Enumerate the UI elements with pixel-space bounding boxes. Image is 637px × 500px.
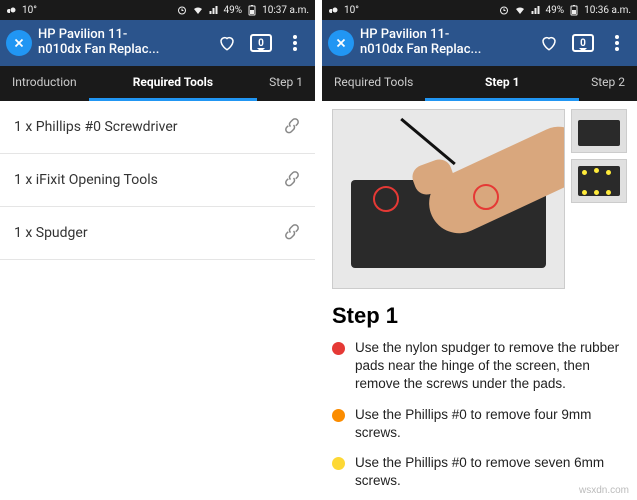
alarm-icon [498,4,510,16]
step-thumbnails [571,109,627,289]
step-media [332,109,627,289]
tool-name: 1 x Phillips #0 Screwdriver [14,119,283,135]
title-line-1: HP Pavilion 11- [38,28,207,43]
link-icon [283,116,301,138]
tab-step-2[interactable]: Step 2 [579,66,637,101]
battery-percent: 49% [224,5,243,16]
close-button[interactable] [328,30,354,56]
comment-icon: 0 [572,34,594,52]
step-bullet: Use the nylon spudger to remove the rubb… [332,339,627,394]
overflow-menu-button[interactable] [281,29,309,57]
heart-icon [540,34,558,52]
list-item[interactable]: 1 x iFixit Opening Tools [0,154,315,207]
wifi-icon [192,4,204,16]
favorite-button[interactable] [213,29,241,57]
required-tools-list: 1 x Phillips #0 Screwdriver 1 x iFixit O… [0,101,315,500]
close-icon [334,36,348,50]
tab-step-1[interactable]: Step 1 [425,66,579,101]
page-title: HP Pavilion 11- n010dx Fan Replac... [38,28,207,58]
status-bar: 10° 49% 10:36 a.m. [322,0,637,20]
status-bar: 10° 49% 10:37 a.m. [0,0,315,20]
signal-icon [530,4,542,16]
comments-button[interactable]: 0 [247,29,275,57]
left-screenshot: 10° 49% 10:37 a.m. HP Pavilion 11- n010d… [0,0,315,500]
bullet-dot-icon [332,342,345,355]
title-line-2: n010dx Fan Replac... [38,43,207,58]
signal-icon [208,4,220,16]
tab-bar: Introduction Required Tools Step 1 [0,66,315,101]
page-title: HP Pavilion 11- n010dx Fan Replac... [360,28,529,58]
tab-required-tools[interactable]: Required Tools [322,66,425,101]
weather-icon [6,4,18,16]
heart-icon [218,34,236,52]
app-bar: HP Pavilion 11- n010dx Fan Replac... 0 [322,20,637,66]
battery-percent: 49% [546,5,565,16]
comment-count: 0 [258,38,264,49]
app-bar: HP Pavilion 11- n010dx Fan Replac... 0 [0,20,315,66]
step-main-image[interactable] [332,109,565,289]
link-icon [283,169,301,191]
close-button[interactable] [6,30,32,56]
list-item[interactable]: 1 x Spudger [0,207,315,260]
overflow-menu-button[interactable] [603,29,631,57]
temperature: 10° [22,5,37,16]
bullet-dot-icon [332,409,345,422]
close-icon [12,36,26,50]
bullet-text: Use the nylon spudger to remove the rubb… [355,339,627,394]
comments-button[interactable]: 0 [569,29,597,57]
step-thumbnail[interactable] [571,109,627,153]
tool-name: 1 x Spudger [14,225,283,241]
favorite-button[interactable] [535,29,563,57]
step-bullet: Use the Phillips #0 to remove four 9mm s… [332,406,627,442]
bullet-text: Use the Phillips #0 to remove four 9mm s… [355,406,627,442]
step-thumbnail[interactable] [571,159,627,203]
clock: 10:37 a.m. [262,5,309,16]
title-line-1: HP Pavilion 11- [360,28,529,43]
comment-count: 0 [580,38,586,49]
right-screenshot: 10° 49% 10:36 a.m. HP Pavilion 11- n010d… [322,0,637,500]
list-item[interactable]: 1 x Phillips #0 Screwdriver [0,101,315,154]
wifi-icon [514,4,526,16]
step-heading: Step 1 [332,303,627,329]
tab-step-1[interactable]: Step 1 [257,66,315,101]
title-line-2: n010dx Fan Replac... [360,43,529,58]
step-content: Step 1 Use the nylon spudger to remove t… [322,101,637,500]
battery-icon [568,4,580,16]
temperature: 10° [344,5,359,16]
weather-icon [328,4,340,16]
tab-required-tools[interactable]: Required Tools [89,66,258,101]
watermark: wsxdn.com [579,485,629,496]
clock: 10:36 a.m. [584,5,631,16]
alarm-icon [176,4,188,16]
tool-name: 1 x iFixit Opening Tools [14,172,283,188]
tab-introduction[interactable]: Introduction [0,66,89,101]
comment-icon: 0 [250,34,272,52]
battery-icon [246,4,258,16]
link-icon [283,222,301,244]
bullet-dot-icon [332,457,345,470]
tab-bar: Required Tools Step 1 Step 2 [322,66,637,101]
